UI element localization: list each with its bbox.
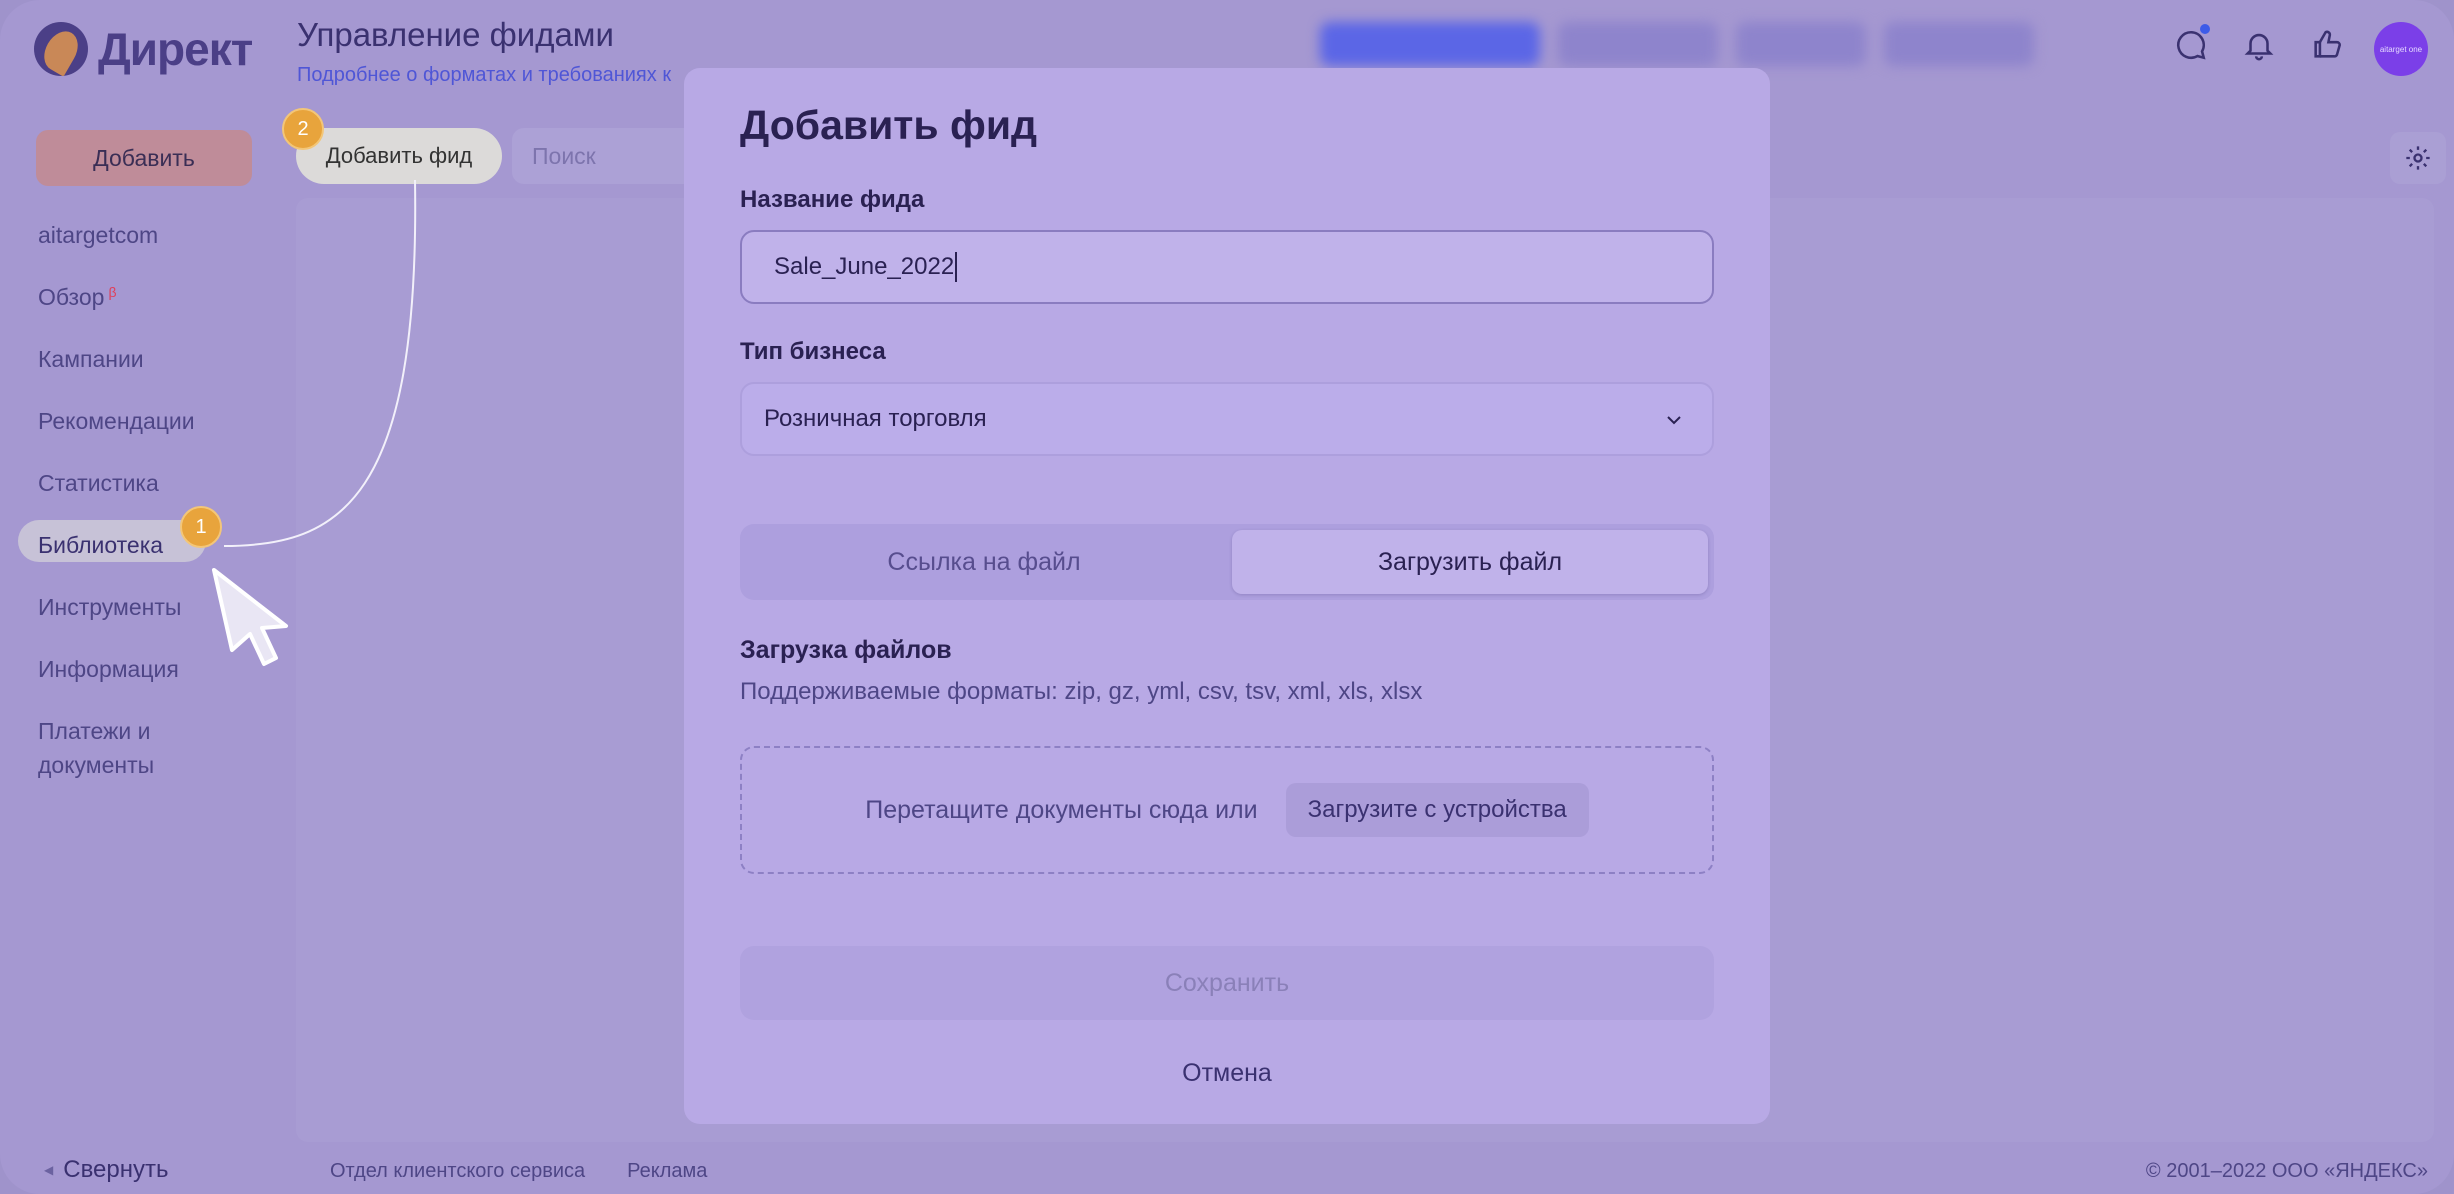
business-type-value: Розничная торговля bbox=[764, 405, 987, 432]
tab-upload-file[interactable]: Загрузить файл bbox=[1232, 530, 1708, 594]
upload-title: Загрузка файлов bbox=[740, 636, 952, 664]
feed-name-input[interactable]: Sale_June_2022 bbox=[740, 230, 1714, 304]
file-dropzone[interactable]: Перетащите документы сюда или Загрузите … bbox=[740, 746, 1714, 874]
business-type-label: Тип бизнеса bbox=[740, 338, 886, 365]
step-badge-2: 2 bbox=[282, 108, 324, 150]
modal-title: Добавить фид bbox=[740, 102, 1038, 148]
cancel-button[interactable]: Отмена bbox=[740, 1048, 1714, 1098]
business-type-select[interactable]: Розничная торговля bbox=[740, 382, 1714, 456]
add-feed-modal: Добавить фид Название фида Sale_June_202… bbox=[684, 68, 1770, 1124]
supported-formats: Поддерживаемые форматы: zip, gz, yml, cs… bbox=[740, 678, 1423, 705]
chevron-down-icon bbox=[1667, 416, 1681, 425]
app-window: Директ Управление фидами Подробнее о фор… bbox=[0, 0, 2454, 1194]
feed-name-label: Название фида bbox=[740, 186, 925, 213]
upload-from-device-button[interactable]: Загрузите с устройства bbox=[1285, 783, 1589, 837]
dropzone-text: Перетащите документы сюда или bbox=[865, 795, 1258, 824]
text-caret bbox=[955, 252, 958, 282]
cursor-icon bbox=[212, 568, 288, 666]
feed-name-value: Sale_June_2022 bbox=[774, 253, 955, 280]
step-badge-1: 1 bbox=[180, 506, 222, 548]
source-type-switch: Ссылка на файл Загрузить файл bbox=[740, 524, 1714, 600]
save-button[interactable]: Сохранить bbox=[740, 946, 1714, 1020]
tab-file-link[interactable]: Ссылка на файл bbox=[746, 530, 1222, 594]
